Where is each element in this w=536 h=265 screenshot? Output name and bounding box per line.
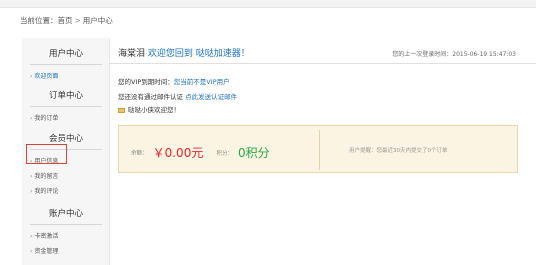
sidebar-section-title: 账户中心 bbox=[48, 209, 83, 219]
welcome-text: 欢迎您回到 哒哒加速器！ bbox=[147, 49, 250, 59]
highlight-box bbox=[26, 144, 67, 164]
sidebar-item-label: 我的评论 bbox=[34, 188, 59, 195]
chevron-right-icon: › bbox=[30, 188, 33, 195]
breadcrumb-prefix: 当前位置： bbox=[20, 16, 58, 25]
send-verification-email-link[interactable]: 点此发送认证邮件 bbox=[185, 93, 237, 101]
points-label: 积分： bbox=[216, 150, 233, 157]
sidebar-item-funds-management[interactable]: › 资金管理 bbox=[22, 244, 110, 259]
greeting-line: 哒哒小侠欢迎您！ bbox=[118, 104, 180, 114]
sidebar-item-card-activation[interactable]: › 卡密激活 bbox=[22, 229, 110, 244]
vip-status-link[interactable]: 您当前不是VIP用户 bbox=[174, 78, 230, 86]
sidebar-section-order-center: 订单中心 › 我的订单 bbox=[22, 86, 110, 126]
email-status-label: 您还没有通过邮件认证 bbox=[118, 93, 183, 101]
sidebar-section-member-center: 会员中心 › 用户信息 › 我的留言 › 我的评论 bbox=[22, 129, 110, 199]
divider bbox=[319, 130, 320, 170]
last-login-time: 您的上一次登录时间：2015-06-19 15:47:03 bbox=[392, 51, 516, 58]
sidebar-item-my-comments[interactable]: › 我的评论 bbox=[22, 184, 110, 199]
sidebar-item-label: 欢迎页面 bbox=[34, 73, 59, 80]
chevron-right-icon: › bbox=[30, 115, 33, 122]
sidebar-section-user-center: 用户中心 › 欢迎页面 bbox=[22, 44, 110, 84]
sidebar-item-label: 卡密激活 bbox=[34, 233, 59, 240]
chevron-right-icon: › bbox=[30, 73, 33, 80]
divider bbox=[30, 224, 102, 225]
welcome-header: 海棠泪 欢迎您回到 哒哒加速器！ bbox=[118, 46, 250, 59]
breadcrumb-current: 用户中心 bbox=[82, 16, 113, 25]
divider bbox=[30, 64, 102, 65]
chevron-right-icon: › bbox=[30, 233, 33, 240]
divider bbox=[30, 106, 102, 107]
breadcrumb: 当前位置：首页 > 用户中心 bbox=[20, 15, 113, 26]
sidebar-item-my-messages[interactable]: › 我的留言 bbox=[22, 169, 110, 184]
account-summary-box: 余额： ￥0.00元 积分： 0积分 用户提醒：您最近30天内提交了0个订单 bbox=[118, 125, 518, 173]
chevron-right-icon: › bbox=[30, 248, 33, 255]
sidebar-section-title: 用户中心 bbox=[48, 49, 83, 59]
balance-value: ￥0.00元 bbox=[152, 146, 204, 160]
envelope-icon bbox=[118, 107, 125, 113]
chevron-right-icon: › bbox=[30, 173, 33, 180]
balance-group: 余额： ￥0.00元 积分： 0积分 bbox=[131, 142, 270, 161]
sidebar-item-my-orders[interactable]: › 我的订单 bbox=[22, 111, 110, 126]
user-reminder: 用户提醒：您最近30天内提交了0个订单 bbox=[349, 148, 448, 154]
divider bbox=[110, 63, 536, 64]
balance-label: 余额： bbox=[131, 150, 148, 157]
sidebar-section-account-center: 账户中心 › 卡密激活 › 资金管理 bbox=[22, 204, 110, 259]
points-value: 0积分 bbox=[238, 146, 270, 160]
sidebar-item-label: 我的留言 bbox=[34, 173, 59, 180]
greeting-text: 哒哒小侠欢迎您！ bbox=[128, 106, 180, 114]
breadcrumb-separator: > bbox=[74, 16, 81, 25]
breadcrumb-home-link[interactable]: 首页 bbox=[58, 16, 73, 25]
username: 海棠泪 bbox=[118, 49, 146, 59]
vip-expiry: 您的VIP到期时间：您当前不是VIP用户 bbox=[118, 76, 230, 86]
sidebar-item-welcome[interactable]: › 欢迎页面 bbox=[22, 69, 110, 84]
sidebar-item-label: 资金管理 bbox=[34, 248, 59, 255]
sidebar-item-label: 我的订单 bbox=[34, 115, 59, 122]
email-verification: 您还没有通过邮件认证 点此发送认证邮件 bbox=[118, 91, 237, 101]
vip-label: 您的VIP到期时间： bbox=[118, 78, 174, 86]
main-content: 海棠泪 欢迎您回到 哒哒加速器！ 您的上一次登录时间：2015-06-19 15… bbox=[110, 38, 536, 265]
top-bar bbox=[0, 0, 536, 8]
sidebar-section-title: 订单中心 bbox=[48, 91, 83, 101]
